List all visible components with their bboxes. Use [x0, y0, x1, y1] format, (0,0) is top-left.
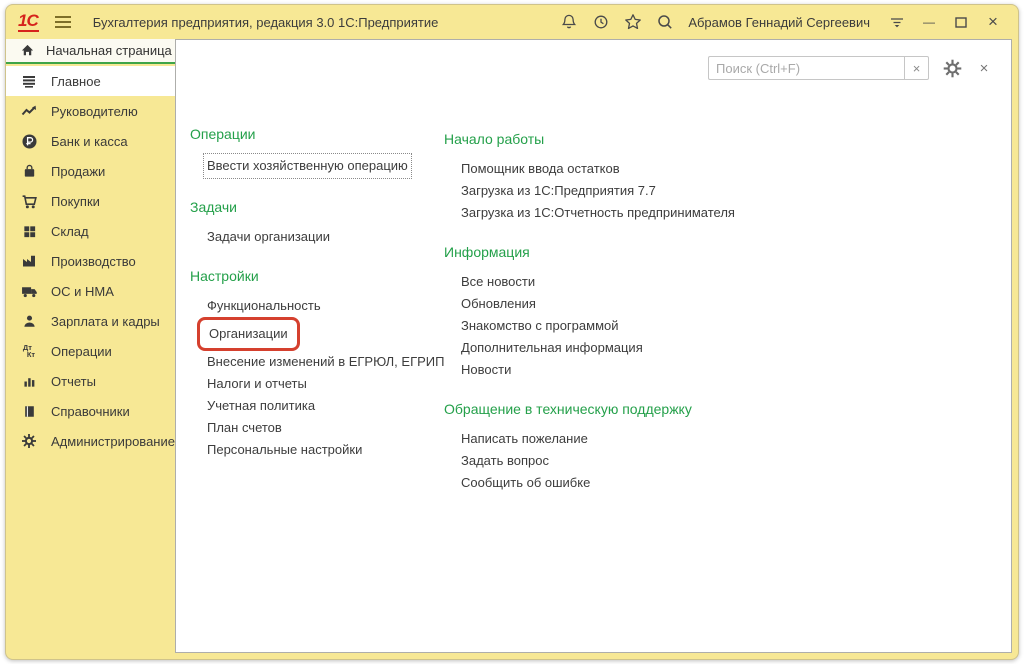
sidebar-item-label: Отчеты: [51, 374, 96, 389]
sidebar-item-os-nma[interactable]: ОС и НМА: [6, 276, 175, 306]
notifications-bell-icon[interactable]: [556, 9, 582, 35]
sidebar-item-administrirovanie[interactable]: Администрирование: [6, 426, 175, 456]
section-informaciya: Информация Все новости Обновления Знаком…: [444, 244, 774, 381]
gear-icon: [20, 432, 38, 450]
link-zadat-vopros[interactable]: Задать вопрос: [444, 450, 774, 472]
link-plan-schetov[interactable]: План счетов: [190, 417, 440, 439]
1c-logo: 1С: [18, 12, 39, 32]
service-menu-icon[interactable]: [884, 9, 910, 35]
sidebar-item-label: Операции: [51, 344, 112, 359]
search-clear-button[interactable]: ×: [904, 56, 929, 80]
cart-icon: [20, 192, 38, 210]
home-page-panel: × × Операции Ввести хозяйственную операц…: [175, 39, 1012, 653]
content-column-left: Операции Ввести хозяйственную операцию З…: [190, 126, 440, 481]
truck-icon: [20, 282, 38, 300]
panel-toolbar: × ×: [708, 56, 997, 80]
close-panel-icon[interactable]: ×: [971, 56, 997, 80]
list-icon: [20, 72, 38, 90]
sidebar-item-label: Главное: [51, 74, 101, 89]
maximize-button[interactable]: [948, 9, 974, 35]
section-zadachi: Задачи Задачи организации: [190, 199, 440, 248]
link-vnesenie-izmeneniy-egryul-egrip[interactable]: Внесение изменений в ЕГРЮЛ, ЕГРИП: [190, 351, 440, 373]
section-operacii: Операции Ввести хозяйственную операцию: [190, 126, 440, 179]
sidebar-item-proizvodstvo[interactable]: Производство: [6, 246, 175, 276]
section-title: Задачи: [190, 199, 440, 215]
link-funkcionalnost[interactable]: Функциональность: [190, 295, 440, 317]
app-window: 1С Бухгалтерия предприятия, редакция 3.0…: [5, 4, 1019, 660]
tab-home-label: Начальная страница: [46, 43, 172, 58]
link-uchetnaya-politika[interactable]: Учетная политика: [190, 395, 440, 417]
link-zadachi-organizacii[interactable]: Задачи организации: [190, 226, 440, 248]
settings-gear-icon[interactable]: [939, 56, 965, 80]
section-sidebar: Главное Руководителю Банк и касса Продаж…: [6, 66, 175, 653]
sidebar-item-label: Производство: [51, 254, 136, 269]
person-icon: [20, 312, 38, 330]
link-pomoschnik-vvoda-ostatkov[interactable]: Помощник ввода остатков: [444, 158, 774, 180]
home-icon: [20, 43, 35, 58]
close-window-button[interactable]: ×: [980, 9, 1006, 35]
current-user[interactable]: Абрамов Геннадий Сергеевич: [688, 15, 870, 30]
favorites-star-icon[interactable]: [620, 9, 646, 35]
link-vse-novosti[interactable]: Все новости: [444, 271, 774, 293]
link-dopolnitelnaya-informaciya[interactable]: Дополнительная информация: [444, 337, 774, 359]
link-nalogi-i-otchety[interactable]: Налоги и отчеты: [190, 373, 440, 395]
sidebar-item-label: ОС и НМА: [51, 284, 114, 299]
sidebar-item-rukovoditelyu[interactable]: Руководителю: [6, 96, 175, 126]
ruble-circle-icon: [20, 132, 38, 150]
titlebar: 1С Бухгалтерия предприятия, редакция 3.0…: [6, 5, 1018, 39]
sidebar-item-bank-kassa[interactable]: Банк и касса: [6, 126, 175, 156]
section-nachalo-raboty: Начало работы Помощник ввода остатков За…: [444, 131, 774, 224]
red-highlight-box: Организации: [197, 317, 300, 351]
section-title: Обращение в техническую поддержку: [444, 401, 774, 417]
debit-credit-icon: ДтКт: [20, 342, 38, 360]
sidebar-item-glavnoe[interactable]: Главное: [6, 66, 175, 96]
sidebar-item-label: Банк и касса: [51, 134, 128, 149]
window-title: Бухгалтерия предприятия, редакция 3.0 1С…: [93, 15, 439, 30]
link-zagruzka-iz-1c-predpriyatiya-77[interactable]: Загрузка из 1С:Предприятия 7.7: [444, 180, 774, 202]
bar-chart-icon: [20, 372, 38, 390]
section-title: Настройки: [190, 268, 440, 284]
sidebar-item-label: Справочники: [51, 404, 130, 419]
sidebar-item-operacii[interactable]: ДтКт Операции: [6, 336, 175, 366]
section-title: Информация: [444, 244, 774, 260]
sidebar-item-label: Зарплата и кадры: [51, 314, 160, 329]
sidebar-item-label: Руководителю: [51, 104, 138, 119]
link-zagruzka-iz-1c-otchetnost[interactable]: Загрузка из 1С:Отчетность предпринимател…: [444, 202, 774, 224]
trend-chart-icon: [20, 102, 38, 120]
link-personalnye-nastroyki[interactable]: Персональные настройки: [190, 439, 440, 461]
tab-home-page[interactable]: Начальная страница: [6, 39, 175, 64]
section-title: Операции: [190, 126, 440, 142]
sidebar-item-label: Администрирование: [51, 434, 175, 449]
link-obnovleniya[interactable]: Обновления: [444, 293, 774, 315]
link-soobschit-ob-oshibke[interactable]: Сообщить об ошибке: [444, 472, 774, 494]
main-menu-button[interactable]: [55, 16, 71, 28]
link-novosti[interactable]: Новости: [444, 359, 774, 381]
global-search-icon[interactable]: [652, 9, 678, 35]
section-title: Начало работы: [444, 131, 774, 147]
sidebar-item-label: Продажи: [51, 164, 105, 179]
sidebar-item-otchety[interactable]: Отчеты: [6, 366, 175, 396]
book-icon: [20, 402, 38, 420]
sidebar-item-label: Склад: [51, 224, 89, 239]
boxes-grid-icon: [20, 222, 38, 240]
sidebar-item-pokupki[interactable]: Покупки: [6, 186, 175, 216]
sidebar-item-sklad[interactable]: Склад: [6, 216, 175, 246]
sidebar-item-zarplata-kadry[interactable]: Зарплата и кадры: [6, 306, 175, 336]
sidebar-item-label: Покупки: [51, 194, 100, 209]
factory-icon: [20, 252, 38, 270]
content-column-right: Начало работы Помощник ввода остатков За…: [444, 131, 774, 514]
link-vvesti-hoz-operaciyu[interactable]: Ввести хозяйственную операцию: [190, 153, 440, 179]
link-napisat-pozhelanie[interactable]: Написать пожелание: [444, 428, 774, 450]
history-icon[interactable]: [588, 9, 614, 35]
sidebar-item-spravochniki[interactable]: Справочники: [6, 396, 175, 426]
sidebar-item-prodazhi[interactable]: Продажи: [6, 156, 175, 186]
link-znakomstvo-s-programmoy[interactable]: Знакомство с программой: [444, 315, 774, 337]
minimize-button[interactable]: —: [916, 9, 942, 35]
section-nastroyki: Настройки Функциональность Организации В…: [190, 268, 440, 461]
bag-icon: [20, 162, 38, 180]
search-input[interactable]: [708, 56, 904, 80]
section-tehpodderzhka: Обращение в техническую поддержку Написа…: [444, 401, 774, 494]
link-organizacii[interactable]: Организации: [190, 317, 440, 351]
